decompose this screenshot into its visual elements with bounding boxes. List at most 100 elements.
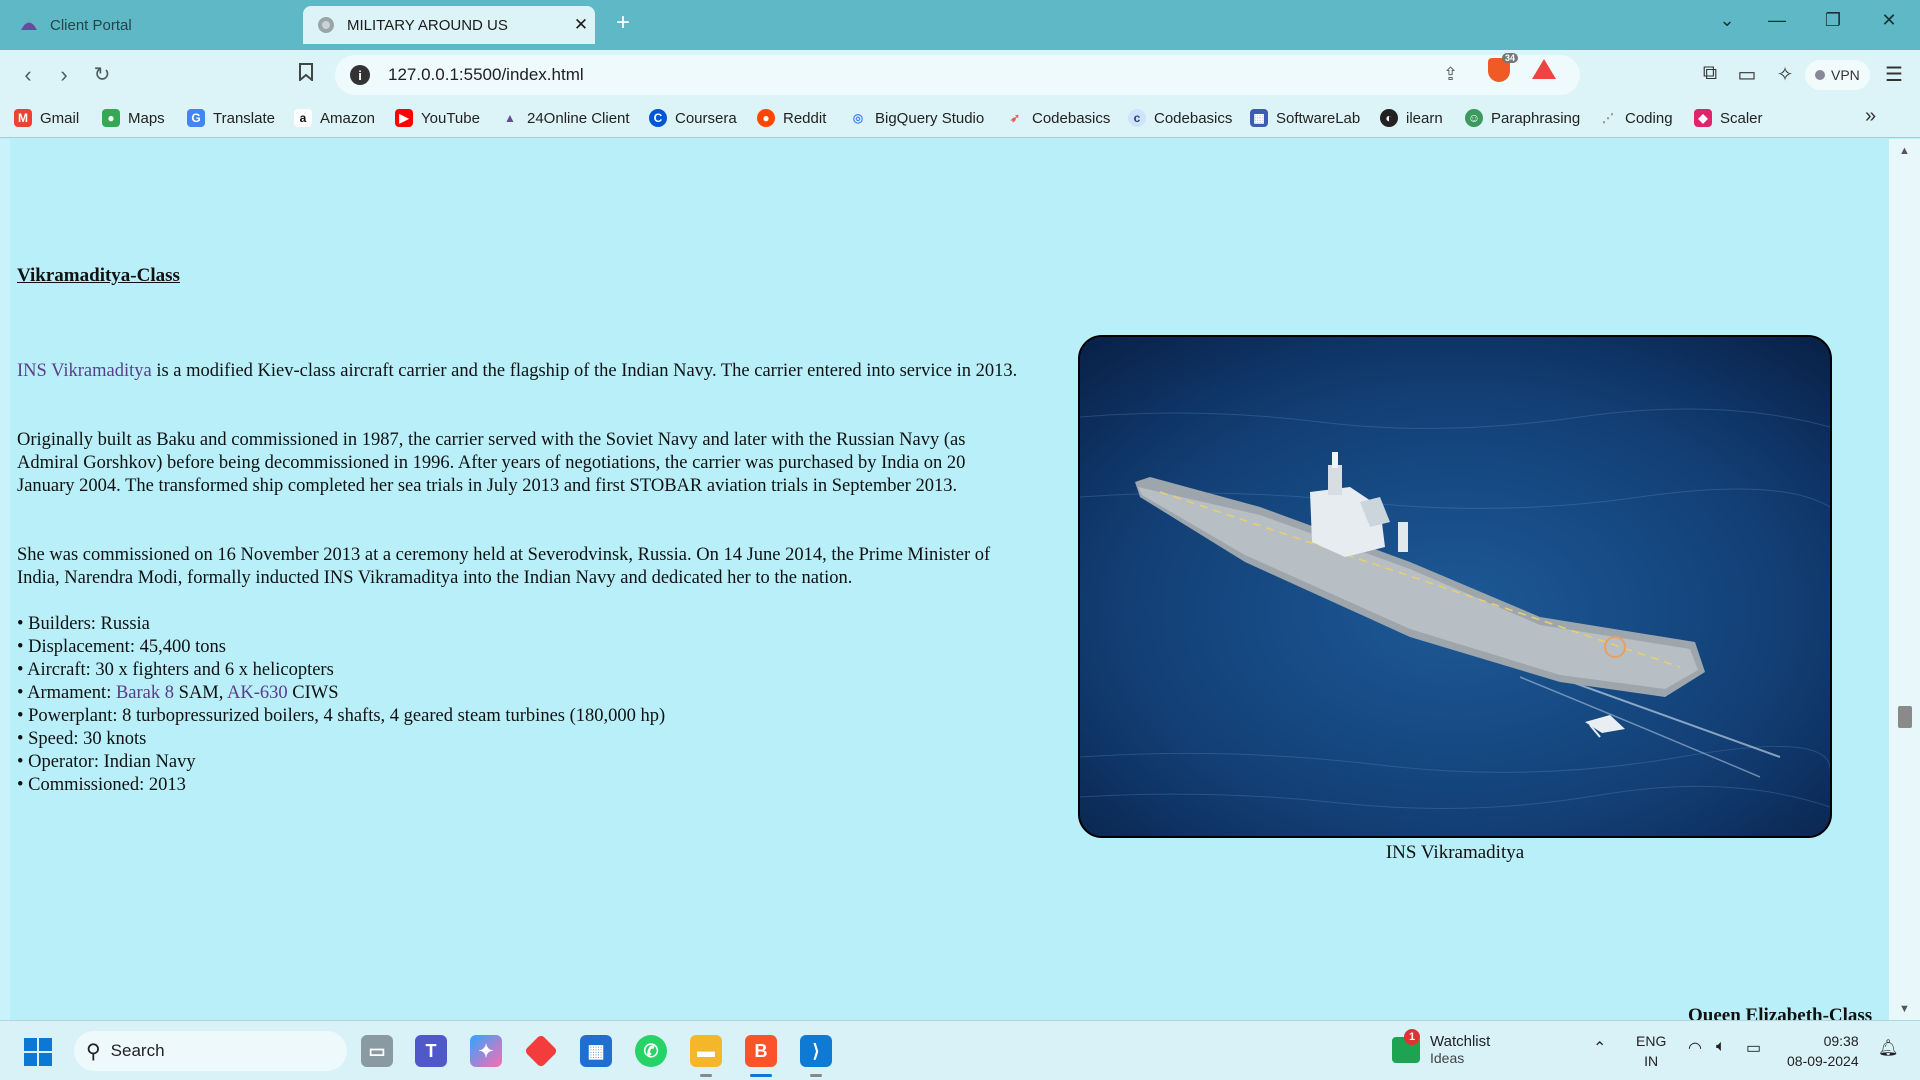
bookmark-label: Translate [213,109,275,127]
bigquery-icon: ◎ [852,111,864,125]
task-view-icon[interactable]: ▭ [361,1035,393,1067]
paraphrasing-icon: ☺ [1465,109,1483,127]
tab-client-portal[interactable]: Client Portal [8,6,298,44]
brave-rewards-icon[interactable] [1532,59,1556,79]
section-title: Vikramaditya-Class [17,265,180,286]
armament-prefix: • Armament: [17,683,116,703]
bookmark-bigquery[interactable]: ◎ BigQuery Studio [849,109,984,127]
wifi-icon[interactable]: ◠ [1688,1038,1702,1058]
bookmark-gmail[interactable]: M Gmail [14,109,79,127]
bookmark-label: BigQuery Studio [875,109,985,127]
tab-strip: Client Portal MILITARY AROUND US ✕ + ⌄ —… [0,0,1920,50]
bookmark-ilearn[interactable]: ◐ ilearn [1380,109,1443,127]
bookmark-coursera[interactable]: C Coursera [649,109,737,127]
reload-button[interactable]: ↻ [87,62,117,88]
bookmark-label: Amazon [320,109,376,127]
bookmark-label: 24Online Client [527,109,630,127]
bookmark-label: Codebasics [1154,109,1233,127]
brave-shields-icon[interactable]: 34 [1488,53,1518,82]
share-icon[interactable]: ⇪ [1443,64,1458,85]
taskbar-search[interactable]: ⚲ Search [74,1031,347,1071]
new-tab-button[interactable]: + [608,9,638,37]
leo-ai-icon[interactable]: ✧ [1770,62,1800,87]
spec-builders: • Builders: Russia [17,614,150,634]
close-tab-icon[interactable]: ✕ [567,15,595,35]
copilot-icon[interactable]: ✦ [470,1035,502,1067]
search-icon: ⚲ [86,1040,101,1063]
translate-icon: G [187,109,205,127]
bookmark-amazon[interactable]: a Amazon [294,109,375,127]
bookmark-24online[interactable]: ▲ 24Online Client [501,109,630,127]
anydesk-icon[interactable] [524,1034,558,1068]
ins-vikramaditya-link[interactable]: INS Vikramaditya [17,361,152,381]
vscode-icon[interactable]: ⟩ [800,1035,832,1067]
shield-count: 34 [1501,53,1518,63]
scroll-down-arrow-icon[interactable]: ▼ [1899,1003,1910,1015]
more-bookmarks-icon[interactable]: » [1865,105,1876,128]
tab-title: Client Portal [50,16,132,34]
clock[interactable]: 09:38 08-09-2024 [1787,1031,1859,1071]
bookmark-paraphrasing[interactable]: ☺ Paraphrasing [1465,109,1580,127]
bookmark-label: Coursera [675,109,737,127]
bookmark-codebasics-1[interactable]: ➶ Codebasics [1006,109,1110,127]
tab-search-chevron-icon[interactable]: ⌄ [1712,10,1742,31]
extensions-icon[interactable]: ⧉ [1695,62,1725,85]
ak-630-link[interactable]: AK-630 [227,683,288,703]
running-indicator [700,1074,712,1077]
bookmark-label: Codebasics [1032,109,1111,127]
reddit-icon: ● [757,109,775,127]
notifications-bell-icon[interactable]: 🔔︎ [1878,1038,1898,1058]
back-button[interactable]: ‹ [13,62,43,88]
tab-military-around-us[interactable]: MILITARY AROUND US ✕ [303,6,595,44]
restore-button[interactable]: ❐ [1818,10,1848,31]
battery-icon[interactable]: ▭ [1746,1038,1761,1058]
teams-icon[interactable]: T [415,1035,447,1067]
bookmark-codebasics-2[interactable]: c Codebasics [1128,109,1232,127]
whatsapp-icon[interactable]: ✆ [635,1035,667,1067]
file-explorer-icon[interactable]: ▬ [690,1035,722,1067]
globe-favicon-icon [317,16,335,34]
search-label: Search [110,1041,165,1060]
bookmark-reddit[interactable]: ● Reddit [757,109,826,127]
watchlist-title: Watchlist [1430,1033,1491,1050]
bookmark-coding[interactable]: ⋰ Coding [1599,109,1673,127]
bookmark-youtube[interactable]: ▶ YouTube [395,109,480,127]
forward-button[interactable]: › [49,62,79,88]
next-section-title: Queen Elizabeth-Class [1688,1005,1873,1020]
bookmark-page-icon[interactable] [291,62,321,88]
vpn-label: VPN [1831,67,1860,83]
bookmark-label: Paraphrasing [1491,109,1581,127]
gmail-icon: M [14,109,32,127]
watchlist-subtitle: Ideas [1430,1050,1465,1066]
close-window-button[interactable]: ✕ [1874,10,1904,31]
watchlist-widget[interactable]: 1 Watchlist Ideas [1392,1028,1491,1066]
menu-icon[interactable]: ☰ [1879,62,1909,87]
bookmark-maps[interactable]: ● Maps [102,109,165,127]
page-scrollbar[interactable]: ▲ ▼ [1889,139,1920,1020]
bookmark-label: ilearn [1406,109,1443,127]
bookmark-translate[interactable]: G Translate [187,109,275,127]
coding-icon: ⋰ [1602,111,1614,125]
bookmark-softwarelab[interactable]: ▦ SoftwareLab [1250,109,1360,127]
history-paragraph: Originally built as Baku and commissione… [17,430,966,496]
barak-8-link[interactable]: Barak 8 [116,683,174,703]
windows-start-icon[interactable] [24,1038,52,1066]
brave-browser-icon[interactable]: B [745,1035,777,1067]
show-hidden-icons-chevron-icon[interactable]: ⌃ [1593,1038,1606,1058]
wallet-icon[interactable]: ▭ [1732,62,1762,87]
minimize-button[interactable]: — [1762,10,1792,31]
language-indicator[interactable]: ENG IN [1636,1031,1666,1071]
volume-icon[interactable]: 🔈︎ [1716,1038,1726,1056]
scroll-up-arrow-icon[interactable]: ▲ [1899,145,1910,157]
vpn-button[interactable]: VPN [1805,60,1870,90]
vpn-status-icon [1815,70,1825,80]
scaler-icon: ◆ [1694,109,1712,127]
browser-toolbar: ‹ › ↻ i 127.0.0.1:5500/index.html ⇪ 34 ⧉… [0,50,1920,100]
scrollbar-thumb[interactable] [1898,706,1912,728]
site-info-icon[interactable]: i [350,65,370,85]
address-bar[interactable]: i 127.0.0.1:5500/index.html ⇪ [335,55,1580,95]
coursera-icon: C [649,109,667,127]
bookmark-scaler[interactable]: ◆ Scaler [1694,109,1763,127]
bookmark-label: Scaler [1720,109,1763,127]
microsoft-store-icon[interactable]: ▦ [580,1035,612,1067]
